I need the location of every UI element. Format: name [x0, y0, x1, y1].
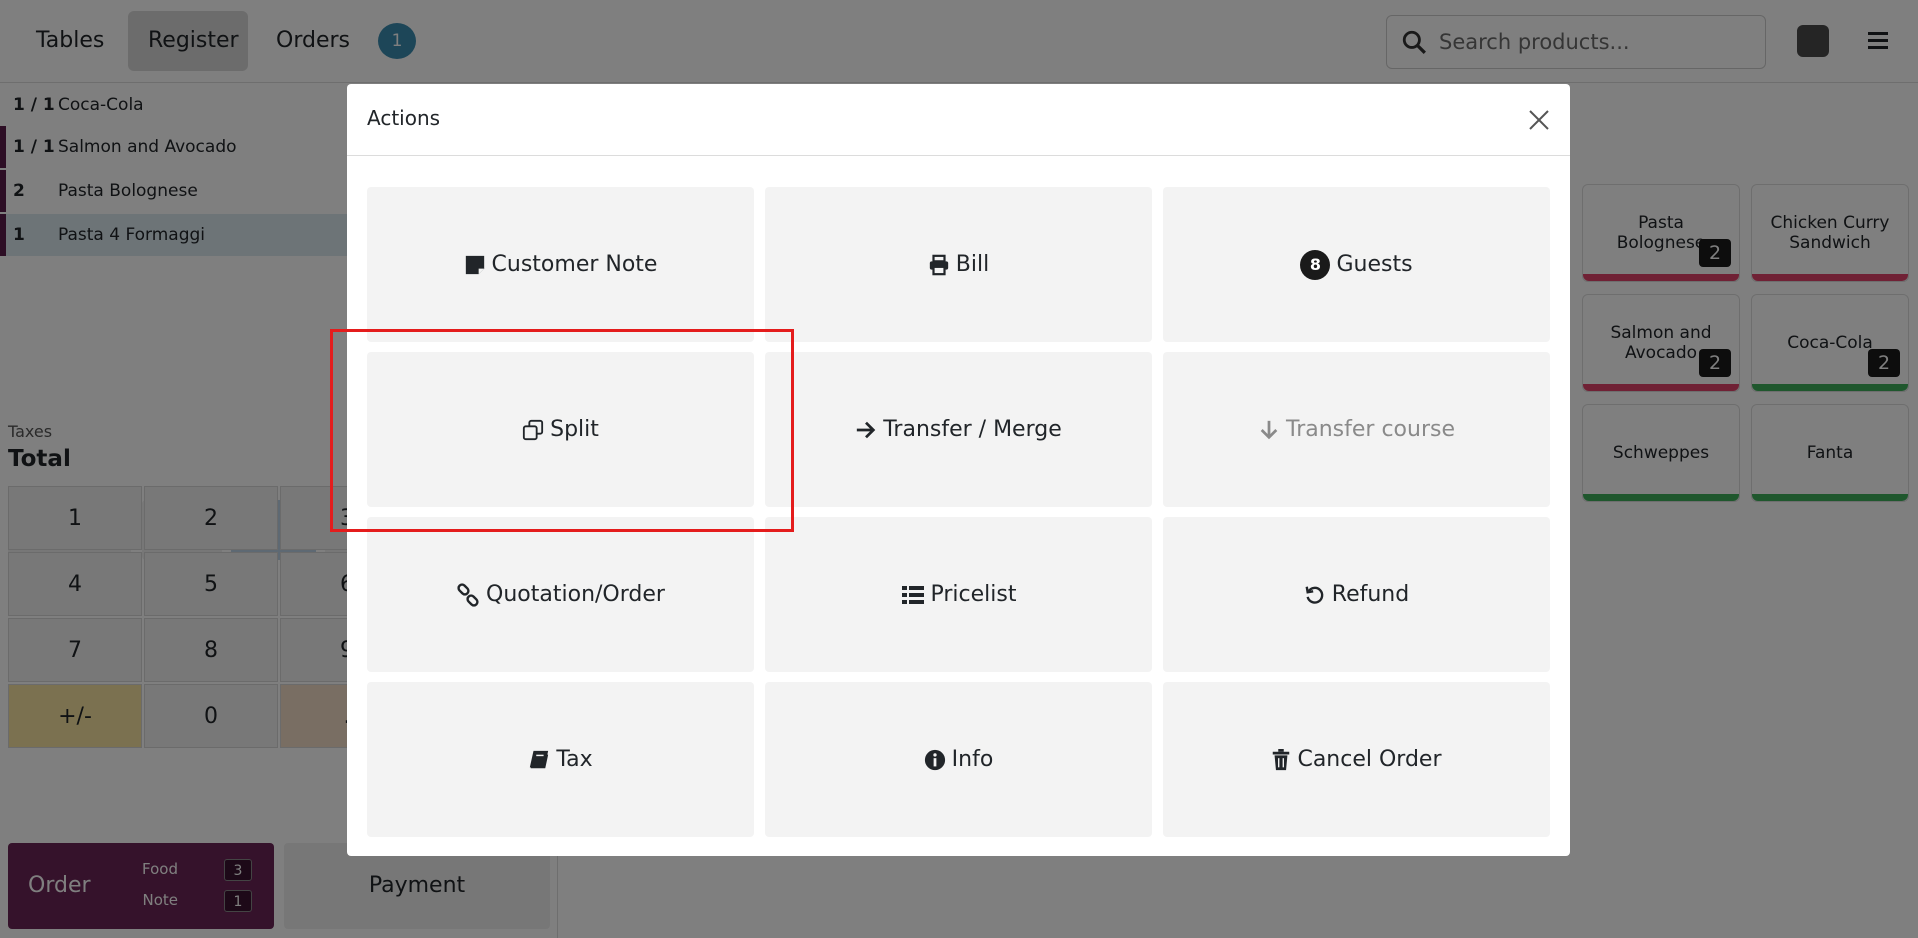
action-label: Cancel Order [1297, 747, 1442, 772]
action-label: Pricelist [930, 582, 1017, 607]
book-icon [530, 750, 549, 768]
action-label: Quotation/Order [486, 582, 665, 607]
action-label: Refund [1331, 582, 1410, 607]
guests-count-badge: 8 [1300, 249, 1331, 280]
transfer-course-button[interactable]: Transfer course [1163, 352, 1550, 507]
printer-icon [929, 254, 948, 275]
cancel-order-button[interactable]: Cancel Order [1163, 682, 1550, 837]
close-icon[interactable] [1527, 108, 1551, 132]
undo-icon [1305, 586, 1324, 604]
action-label: Tax [556, 747, 593, 772]
refund-button[interactable]: Refund [1163, 517, 1550, 672]
bill-button[interactable]: Bill [765, 187, 1152, 342]
pricelist-button[interactable]: Pricelist [765, 517, 1152, 672]
info-button[interactable]: Info [765, 682, 1152, 837]
action-label: Guests [1336, 252, 1413, 277]
link-icon [457, 582, 479, 607]
tax-button[interactable]: Tax [367, 682, 754, 837]
trash-icon [1273, 748, 1290, 770]
info-circle-icon [924, 749, 945, 770]
action-label: Transfer / Merge [883, 417, 1062, 442]
modal-title: Actions [367, 106, 441, 130]
action-label: Transfer course [1286, 417, 1455, 442]
list-icon [901, 585, 924, 604]
arrow-down-icon [1260, 420, 1278, 439]
action-label: Info [951, 747, 994, 772]
transfer-merge-button[interactable]: Transfer / Merge [765, 352, 1152, 507]
arrow-right-icon [857, 421, 876, 438]
customer-note-button[interactable]: Customer Note [367, 187, 754, 342]
highlight-box [330, 329, 794, 532]
guests-button[interactable]: 8 Guests [1163, 187, 1550, 342]
action-label: Bill [955, 252, 990, 277]
quotation-order-button[interactable]: Quotation/Order [367, 517, 754, 672]
action-label: Customer Note [491, 252, 658, 277]
sticky-note-icon [465, 255, 484, 274]
modal-header: Actions [347, 84, 1570, 156]
